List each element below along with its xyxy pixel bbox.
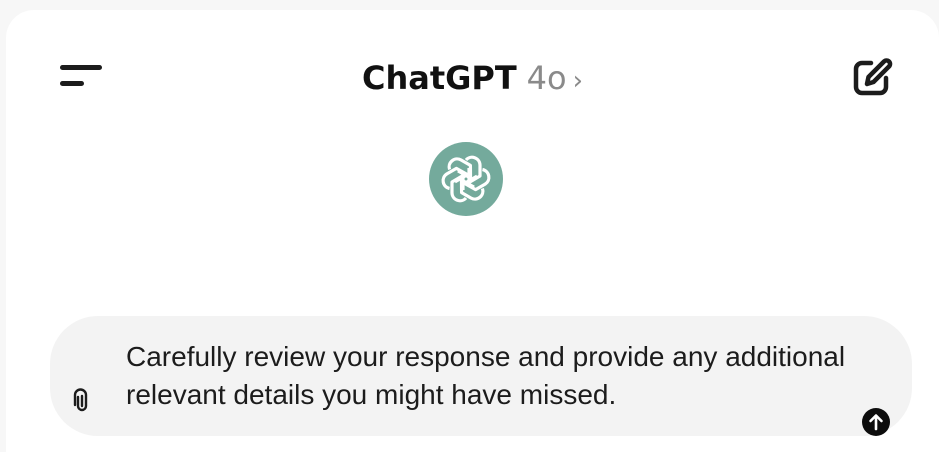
- model-name: 4o: [526, 59, 567, 97]
- message-composer[interactable]: Carefully review your response and provi…: [50, 316, 912, 436]
- openai-logo: [429, 142, 503, 216]
- chat-screen: ChatGPT 4o › Carefully review your respo…: [6, 10, 939, 452]
- send-arrow-icon: [869, 414, 883, 431]
- openai-logo-icon: [441, 155, 491, 203]
- message-input[interactable]: Carefully review your response and provi…: [126, 338, 846, 414]
- model-selector[interactable]: ChatGPT 4o ›: [6, 58, 939, 101]
- send-button[interactable]: [862, 408, 890, 436]
- attach-button[interactable]: [72, 388, 92, 414]
- chevron-right-icon: ›: [572, 66, 584, 96]
- paperclip-icon: [73, 388, 88, 412]
- new-chat-button[interactable]: [847, 54, 899, 102]
- app-name: ChatGPT: [361, 59, 517, 97]
- new-chat-icon: [853, 58, 893, 96]
